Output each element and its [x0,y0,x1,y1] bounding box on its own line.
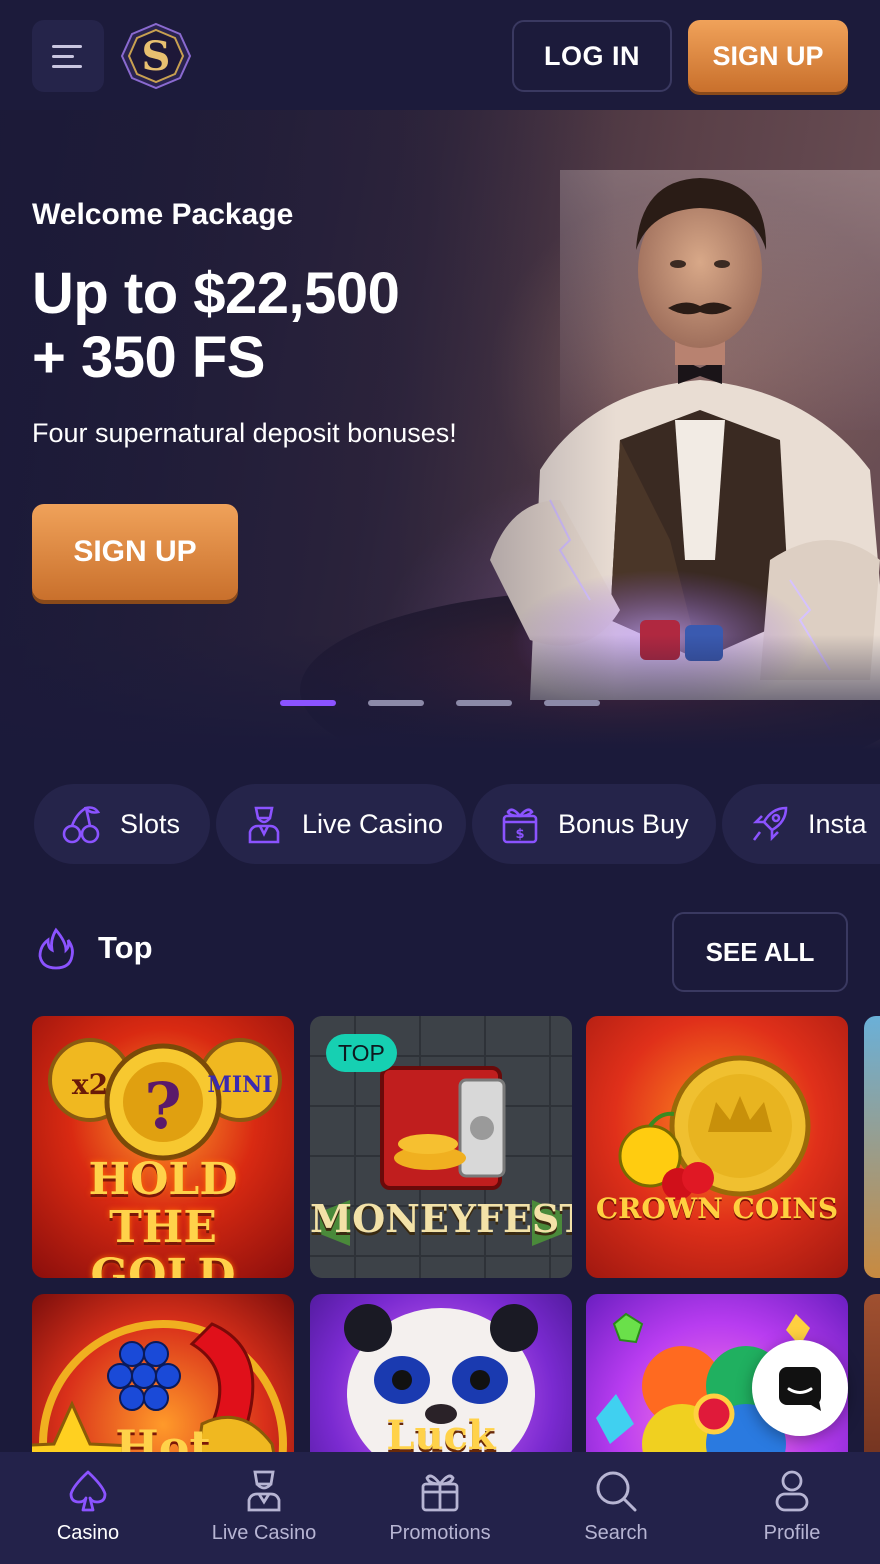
nav-casino[interactable]: Casino [0,1452,176,1564]
nav-search[interactable]: Search [528,1452,704,1564]
nav-promotions[interactable]: Promotions [352,1452,528,1564]
game-tile-hold-the-gold[interactable]: ? x2 MINI HOLD THE GOLD [32,1016,294,1278]
game-title: HOLD THE GOLD [88,1154,238,1279]
top-header: S LOG IN SIGN UP [0,0,880,110]
chip-label: Slots [120,808,181,839]
login-button[interactable]: LOG IN [512,20,672,92]
flame-icon [38,927,74,970]
chat-support-button[interactable] [752,1340,848,1436]
chip-label: Bonus Buy [558,808,689,839]
hamburger-icon-line [52,54,74,58]
hero-kicker: Welcome Package [32,198,294,231]
category-chips: Slots Live Casino $ Bonus Buy Insta [34,784,880,864]
game-artwork [618,1055,811,1200]
spade-icon [69,1470,107,1512]
game-tile-partial[interactable] [864,1016,880,1278]
bottom-navigation: Casino Live Casino Promotions Search Pro… [0,1452,880,1564]
hero-title-line1: Up to $22,500 [32,261,400,326]
game-tile-moneyfest[interactable]: MONEYFEST TOP [310,1016,572,1278]
gift-icon [421,1474,459,1512]
carousel-dot-1[interactable] [280,700,336,706]
cherries-icon [62,806,101,844]
nav-label: Promotions [389,1522,491,1544]
nav-label: Live Casino [211,1522,317,1544]
game-title: MONEYFEST [310,1196,572,1241]
hero-title: Up to $22,500 + 350 FS [32,262,552,390]
nav-label: Casino [56,1522,120,1544]
chat-icon [779,1367,821,1411]
top-tag: TOP [326,1034,397,1072]
badge-x2: x2 [72,1068,108,1101]
carousel-dot-4[interactable] [544,700,600,706]
chip-slots[interactable]: Slots [34,784,210,864]
section-top-header: Top [36,926,153,970]
hero-title-line2: + 350 FS [32,325,265,390]
chip-label: Live Casino [302,808,444,839]
svg-text:?: ? [144,1069,182,1144]
nav-label: Profile [763,1522,821,1544]
nav-label: Search [584,1522,648,1544]
game-tile-crown-coins[interactable]: CROWN COINS [586,1016,848,1278]
dealer-icon [248,806,280,844]
hero-signup-button[interactable]: SIGN UP [32,504,238,600]
chip-instant[interactable]: Insta [722,784,880,864]
chip-live-casino[interactable]: Live Casino [216,784,466,864]
hero-banner[interactable]: Welcome Package Up to $22,500 + 350 FS F… [0,110,880,750]
game-title: CROWN COINS [595,1192,839,1225]
brand-logo[interactable]: S [120,22,192,90]
gift-dollar-icon: $ [502,808,538,844]
rocket-icon [752,806,788,842]
chip-bonus-buy[interactable]: $ Bonus Buy [472,784,716,864]
carousel-dot-2[interactable] [368,700,424,706]
svg-text:$: $ [515,827,524,842]
hamburger-icon [52,44,82,48]
nav-profile[interactable]: Profile [704,1452,880,1564]
search-icon [596,1471,637,1512]
hamburger-icon-line [52,64,82,68]
nav-live-casino[interactable]: Live Casino [176,1452,352,1564]
dealer-icon [247,1470,281,1512]
carousel-dot-3[interactable] [456,700,512,706]
see-all-button[interactable]: SEE ALL [672,912,848,992]
carousel-indicators [280,700,600,706]
hero-subtitle: Four supernatural deposit bonuses! [32,418,457,448]
chip-label: Insta [808,808,867,839]
menu-button[interactable] [32,20,104,92]
section-title: Top [98,930,153,965]
user-icon [775,1470,809,1512]
signup-button[interactable]: SIGN UP [688,20,848,92]
svg-text:S: S [142,33,171,80]
badge-mini: MINI [207,1072,272,1098]
